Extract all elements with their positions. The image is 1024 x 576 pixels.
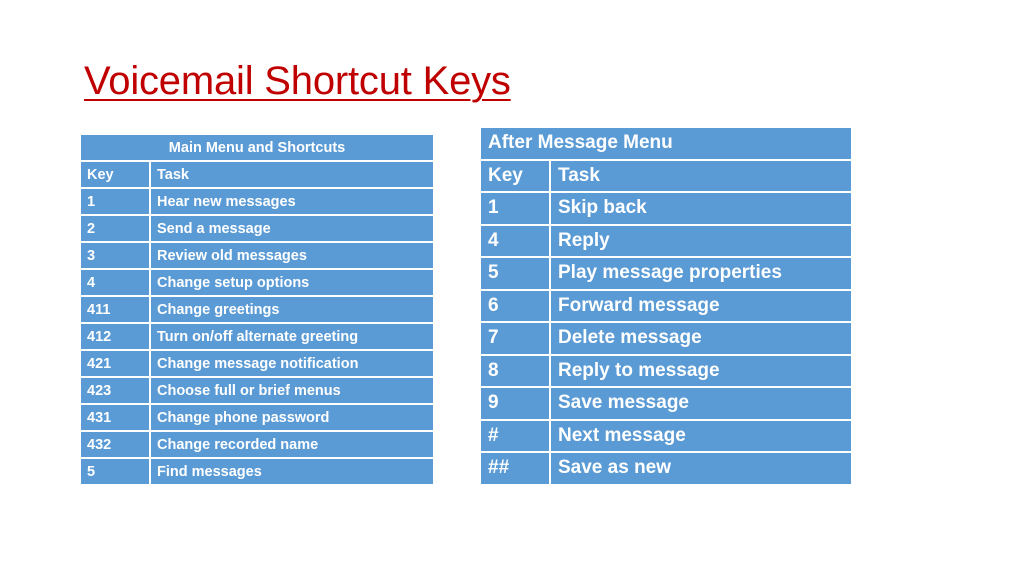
row-key: 4 bbox=[81, 270, 149, 295]
row-task: Change phone password bbox=[151, 405, 434, 430]
column-header-key: Key bbox=[81, 162, 149, 187]
row-task: Change setup options bbox=[151, 270, 434, 295]
row-task: Find messages bbox=[151, 459, 434, 484]
row-key: 1 bbox=[81, 189, 149, 214]
row-key: 3 bbox=[81, 243, 149, 268]
row-task: Next message bbox=[551, 420, 851, 451]
row-key: 2 bbox=[81, 216, 149, 241]
row-task: Change greetings bbox=[151, 297, 434, 322]
row-task: Delete message bbox=[551, 323, 851, 354]
row-key: 411 bbox=[81, 297, 149, 322]
column-header-task: Task bbox=[151, 162, 434, 187]
row-key: 5 bbox=[81, 459, 149, 484]
row-task: Change recorded name bbox=[151, 432, 434, 457]
slide-canvas: Voicemail Shortcut Keys Main Menu and Sh… bbox=[0, 0, 1024, 576]
row-key: 1 bbox=[481, 193, 549, 224]
table-row: 423 Choose full or brief menus bbox=[81, 378, 434, 403]
table-row: # Next message bbox=[481, 420, 851, 451]
row-key: 412 bbox=[81, 324, 149, 349]
row-key: 7 bbox=[481, 323, 549, 354]
table-row: 4 Change setup options bbox=[81, 270, 434, 295]
row-key: 431 bbox=[81, 405, 149, 430]
table-column-header-row: Key Task bbox=[81, 162, 434, 187]
row-task: Hear new messages bbox=[151, 189, 434, 214]
table-row: 7 Delete message bbox=[481, 323, 851, 354]
row-task: Play message properties bbox=[551, 258, 851, 289]
column-header-key: Key bbox=[481, 160, 549, 191]
table-row: 5 Play message properties bbox=[481, 258, 851, 289]
row-task: Save as new bbox=[551, 453, 851, 484]
after-message-table-title: After Message Menu bbox=[481, 128, 851, 159]
table-row: 411 Change greetings bbox=[81, 297, 434, 322]
main-menu-shortcuts-table: Main Menu and Shortcuts Key Task 1 Hear … bbox=[79, 133, 435, 486]
column-header-task: Task bbox=[551, 160, 851, 191]
table-row: 421 Change message notification bbox=[81, 351, 434, 376]
row-task: Forward message bbox=[551, 290, 851, 321]
row-key: ## bbox=[481, 453, 549, 484]
row-task: Skip back bbox=[551, 193, 851, 224]
page-title: Voicemail Shortcut Keys bbox=[84, 59, 511, 103]
row-key: # bbox=[481, 420, 549, 451]
row-key: 432 bbox=[81, 432, 149, 457]
table-header-row: After Message Menu bbox=[481, 128, 851, 159]
row-task: Choose full or brief menus bbox=[151, 378, 434, 403]
table-row: 412 Turn on/off alternate greeting bbox=[81, 324, 434, 349]
main-menu-table-title: Main Menu and Shortcuts bbox=[81, 135, 434, 160]
table-column-header-row: Key Task bbox=[481, 160, 851, 191]
row-key: 9 bbox=[481, 388, 549, 419]
row-key: 423 bbox=[81, 378, 149, 403]
table-row: 6 Forward message bbox=[481, 290, 851, 321]
row-key: 6 bbox=[481, 290, 549, 321]
row-task: Turn on/off alternate greeting bbox=[151, 324, 434, 349]
table-row: 1 Skip back bbox=[481, 193, 851, 224]
row-task: Reply bbox=[551, 225, 851, 256]
row-key: 421 bbox=[81, 351, 149, 376]
row-task: Reply to message bbox=[551, 355, 851, 386]
table-row: 4 Reply bbox=[481, 225, 851, 256]
row-key: 8 bbox=[481, 355, 549, 386]
table-row: 432 Change recorded name bbox=[81, 432, 434, 457]
row-task: Review old messages bbox=[151, 243, 434, 268]
table-row: 8 Reply to message bbox=[481, 355, 851, 386]
table-row: 2 Send a message bbox=[81, 216, 434, 241]
table-row: ## Save as new bbox=[481, 453, 851, 484]
row-task: Send a message bbox=[151, 216, 434, 241]
table-row: 9 Save message bbox=[481, 388, 851, 419]
table-row: 431 Change phone password bbox=[81, 405, 434, 430]
row-key: 4 bbox=[481, 225, 549, 256]
table-row: 3 Review old messages bbox=[81, 243, 434, 268]
after-message-menu-table: After Message Menu Key Task 1 Skip back … bbox=[479, 126, 853, 486]
table-row: 5 Find messages bbox=[81, 459, 434, 484]
table-header-row: Main Menu and Shortcuts bbox=[81, 135, 434, 160]
row-task: Change message notification bbox=[151, 351, 434, 376]
row-key: 5 bbox=[481, 258, 549, 289]
row-task: Save message bbox=[551, 388, 851, 419]
table-row: 1 Hear new messages bbox=[81, 189, 434, 214]
